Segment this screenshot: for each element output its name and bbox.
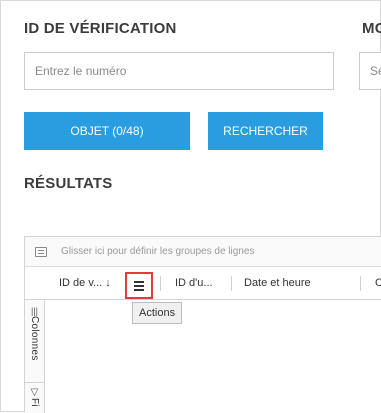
object-button[interactable]: OBJET (0/48) xyxy=(24,112,190,150)
actions-tooltip: Actions xyxy=(132,302,183,324)
grid-side-panel: ||| Colonnes ▽ Fi xyxy=(25,300,45,413)
columns-tool-tab[interactable]: ||| Colonnes xyxy=(25,306,44,361)
results-title: RÉSULTATS xyxy=(24,175,113,192)
column-header-label: ID d'u... xyxy=(175,277,213,289)
columns-tab-label: Colonnes xyxy=(29,316,40,361)
column-separator[interactable] xyxy=(360,276,361,291)
second-field-input[interactable] xyxy=(359,52,381,90)
column-header-date-time[interactable]: Date et heure xyxy=(244,267,311,299)
search-button[interactable]: RECHERCHER xyxy=(208,112,323,150)
columns-icon: ||| xyxy=(30,306,38,316)
id-verification-label: ID DE VÉRIFICATION xyxy=(24,20,177,37)
filters-tab-label: Fi xyxy=(29,398,40,407)
column-actions-button[interactable] xyxy=(125,272,153,299)
column-header-label: C xyxy=(375,277,381,289)
column-header-user-id[interactable]: ID d'u... xyxy=(175,267,213,299)
filters-tool-tab[interactable]: ▽ Fi xyxy=(25,388,44,407)
grid-header-row: ID de v... ↓ ID d'u... Date et heure C xyxy=(25,267,381,300)
results-grid: Glisser ici pour définir les groupes de … xyxy=(24,236,381,413)
column-separator[interactable] xyxy=(231,276,232,291)
side-divider xyxy=(25,382,44,383)
row-group-panel[interactable]: Glisser ici pour définir les groupes de … xyxy=(25,237,381,267)
column-header-label: ID de v... ↓ xyxy=(59,277,111,289)
column-header-extra[interactable]: C xyxy=(375,267,381,299)
column-header-verification-id[interactable]: ID de v... ↓ xyxy=(59,267,111,299)
filter-icon: ▽ xyxy=(30,387,39,398)
column-separator[interactable] xyxy=(160,276,161,291)
second-field-label: MC xyxy=(362,20,381,37)
row-group-icon xyxy=(35,246,47,257)
verification-id-input[interactable] xyxy=(24,52,334,90)
column-header-label: Date et heure xyxy=(244,277,311,289)
row-group-hint: Glisser ici pour définir les groupes de … xyxy=(61,246,255,257)
menu-icon xyxy=(134,281,144,291)
